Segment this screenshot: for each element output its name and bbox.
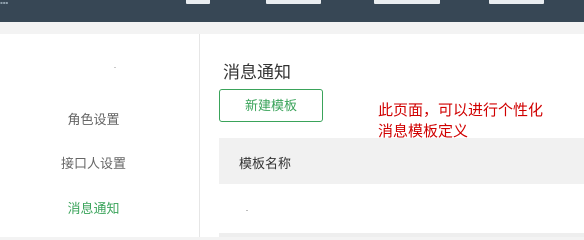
table-bottom-border [219,233,584,237]
page-title: 消息通知 [223,63,291,83]
annotation-line: 此页面，可以进行个性化 [378,101,544,119]
top-navigation-bar: ▪▪▪ [0,0,584,22]
nav-item-fragment[interactable] [266,0,321,4]
brand-logo-icon: ▪▪▪ [0,0,9,5]
sidebar-item-contact-settings[interactable]: 接口人设置 [0,153,187,172]
new-template-button[interactable]: 新建模板 [219,89,323,122]
main-content: 消息通知 新建模板 此页面，可以进行个性化 消息模板定义 模板名称 [200,34,584,237]
annotation-note: 此页面，可以进行个性化 消息模板定义 [378,100,578,142]
nav-item-fragment[interactable] [489,0,544,4]
nav-item-fragment[interactable] [186,0,210,4]
sidebar-item-message-notification[interactable]: 消息通知 [0,198,187,217]
nav-item-fragment[interactable] [374,0,440,4]
table-header: 模板名称 [219,138,584,184]
column-header-template-name: 模板名称 [239,157,292,172]
empty-row-marker [246,210,248,211]
sidebar-divider-dot [114,67,116,68]
sidebar: 角色设置 接口人设置 消息通知 [0,34,200,237]
sidebar-item-role-settings[interactable]: 角色设置 [0,109,187,128]
